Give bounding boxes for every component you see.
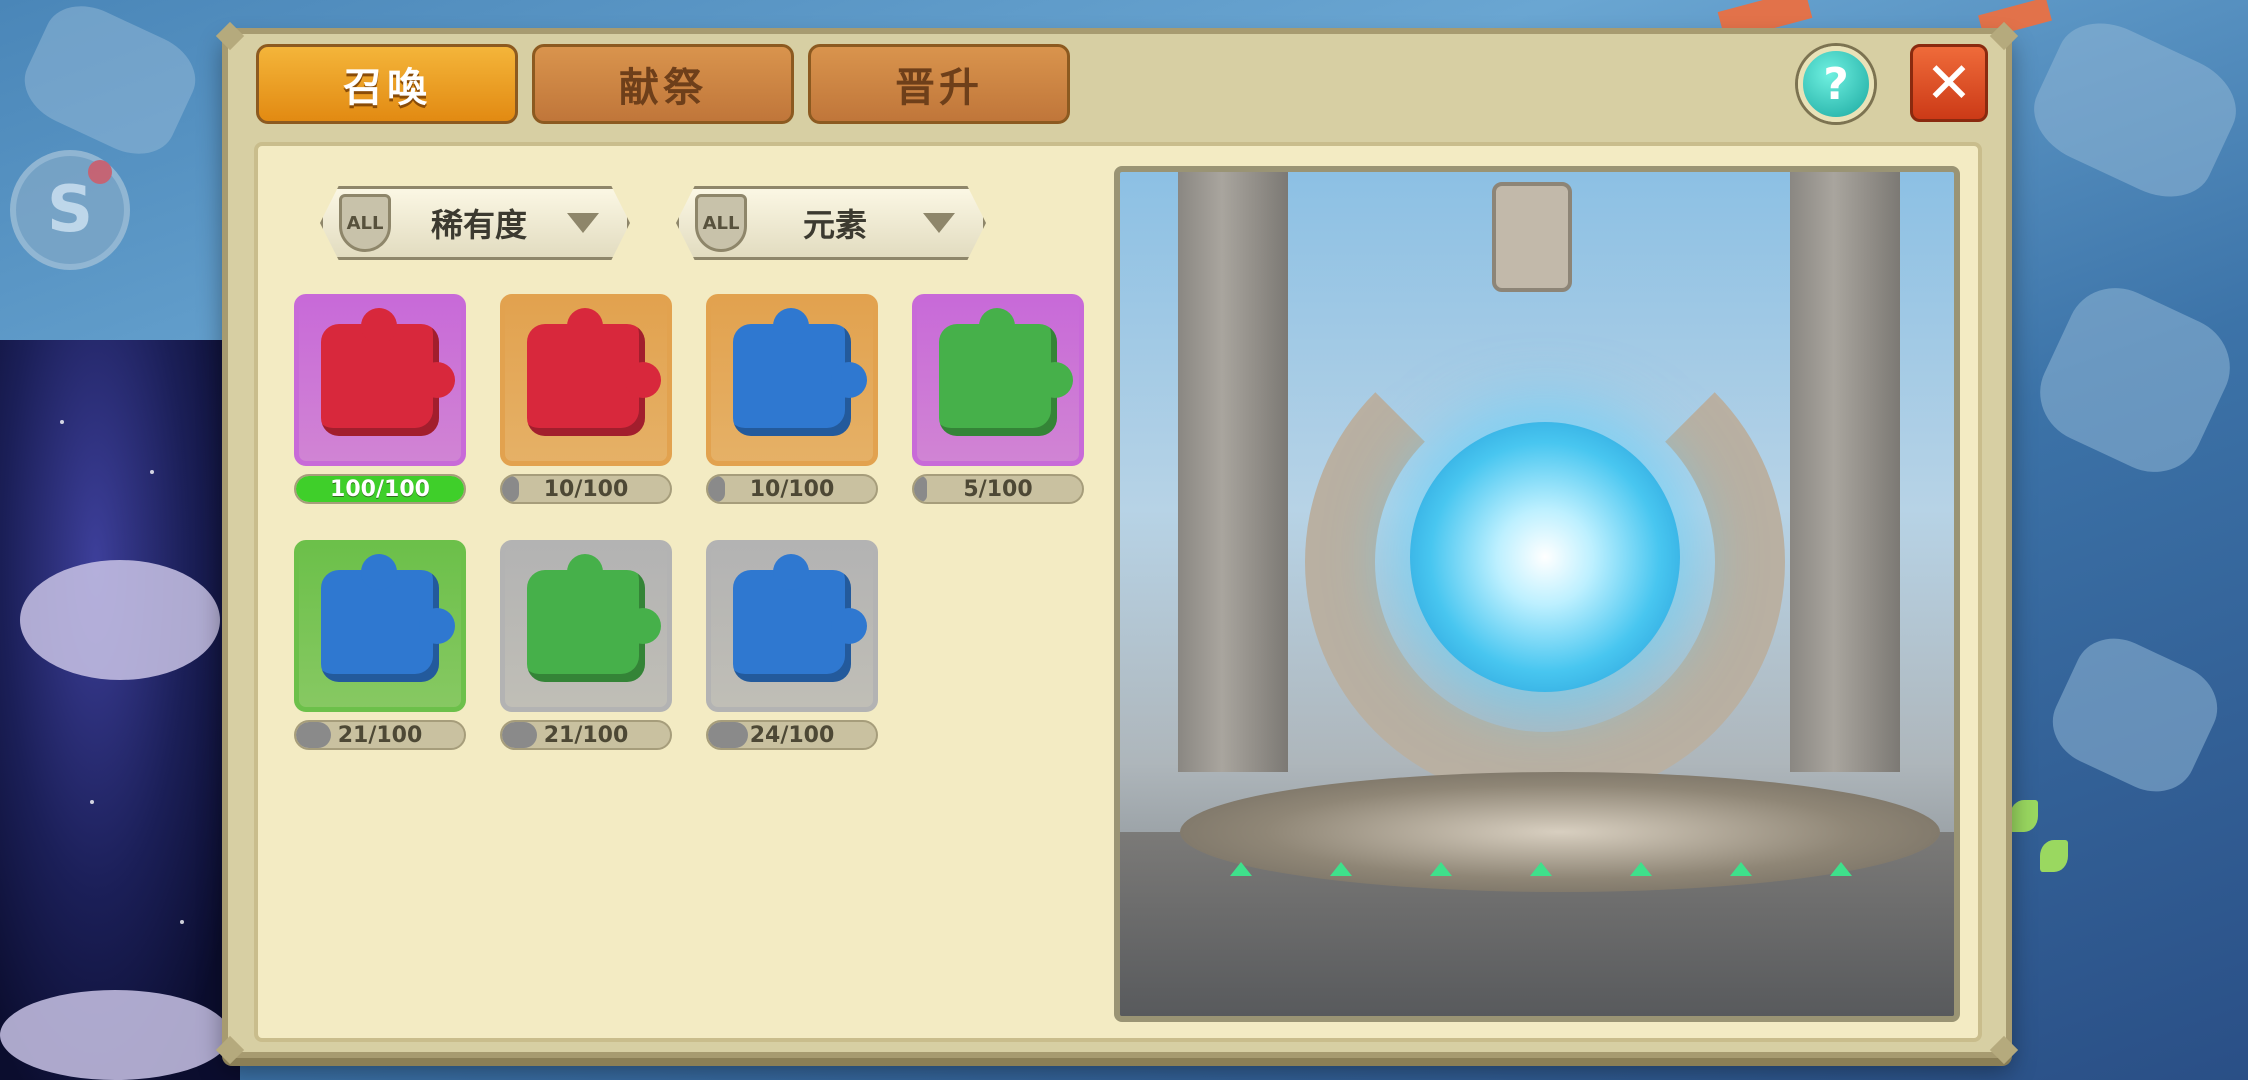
cloud: [0, 990, 230, 1080]
shard-progress-bar: 100/100: [294, 474, 466, 504]
leaf: [2010, 800, 2038, 832]
progress-text: 24/100: [749, 722, 835, 748]
star: [60, 420, 64, 424]
all-badge-icon: ALL: [695, 194, 747, 252]
shard-progress-bar: 5/100: [912, 474, 1084, 504]
close-button[interactable]: ✕: [1910, 44, 1988, 122]
shard-card[interactable]: 5/100: [912, 294, 1084, 504]
shard-card[interactable]: 24/100: [706, 540, 878, 750]
shard-progress-bar: 21/100: [294, 720, 466, 750]
card-frame: [294, 540, 466, 712]
background-rock: [2019, 6, 2248, 214]
background-rock: [2024, 271, 2246, 489]
puzzle-piece-icon: [321, 308, 455, 436]
puzzle-piece-icon: [527, 308, 661, 436]
shard-progress-bar: 24/100: [706, 720, 878, 750]
shard-card[interactable]: 10/100: [706, 294, 878, 504]
shard-card[interactable]: 21/100: [294, 540, 466, 750]
chevron-down-icon: [923, 213, 955, 233]
card-frame: [500, 294, 672, 466]
question-icon: ?: [1823, 58, 1849, 110]
stone-pillar: [1790, 172, 1900, 772]
rarity-filter-dropdown[interactable]: ALL 稀有度: [320, 186, 630, 260]
shard-progress-bar: 10/100: [706, 474, 878, 504]
summon-panel: 召喚 献祭 晋升 ? ✕ ALL 稀有度 ALL 元素 100/100 10/10…: [215, 21, 2019, 1065]
summon-preview-scene: [1114, 166, 1960, 1022]
shard-card[interactable]: 21/100: [500, 540, 672, 750]
shard-card[interactable]: 10/100: [500, 294, 672, 504]
shard-card[interactable]: 100/100: [294, 294, 466, 504]
progress-text: 10/100: [749, 476, 835, 502]
card-frame: [500, 540, 672, 712]
side-menu-button[interactable]: S: [10, 150, 130, 270]
leaf: [2040, 840, 2068, 872]
chevron-down-icon: [567, 213, 599, 233]
progress-text: 5/100: [963, 476, 1033, 502]
filter-label: 稀有度: [430, 206, 527, 244]
stone-fragment: [1492, 182, 1572, 292]
cloud: [20, 560, 220, 680]
notification-dot: [88, 160, 112, 184]
card-frame: [912, 294, 1084, 466]
progress-text: 21/100: [337, 722, 423, 748]
card-frame: [706, 540, 878, 712]
card-frame: [294, 294, 466, 466]
element-filter-dropdown[interactable]: ALL 元素: [676, 186, 986, 260]
progress-text: 21/100: [543, 722, 629, 748]
progress-text: 100/100: [330, 476, 430, 502]
filter-label: 元素: [802, 206, 867, 244]
content-area: ALL 稀有度 ALL 元素 100/100 10/100 10/100 5/100 2…: [254, 142, 1982, 1042]
puzzle-piece-icon: [733, 554, 867, 682]
close-icon: ✕: [1925, 50, 1973, 116]
stone-pillar: [1178, 172, 1288, 772]
background-rock: [2039, 624, 2231, 806]
shard-progress-bar: 21/100: [500, 720, 672, 750]
puzzle-piece-icon: [733, 308, 867, 436]
card-frame: [706, 294, 878, 466]
shard-progress-bar: 10/100: [500, 474, 672, 504]
puzzle-piece-icon: [939, 308, 1073, 436]
tab-summon[interactable]: 召喚: [256, 44, 518, 124]
star: [150, 470, 154, 474]
help-button[interactable]: ?: [1798, 46, 1874, 122]
star: [180, 920, 184, 924]
tab-promote[interactable]: 晋升: [808, 44, 1070, 124]
galaxy-backdrop: [0, 340, 240, 1080]
background-rock: [12, 0, 208, 169]
star: [90, 800, 94, 804]
progress-text: 10/100: [543, 476, 629, 502]
puzzle-piece-icon: [321, 554, 455, 682]
summon-portal[interactable]: [1410, 422, 1680, 692]
altar-platform: [1180, 772, 1940, 892]
all-badge-icon: ALL: [339, 194, 391, 252]
tab-sacrifice[interactable]: 献祭: [532, 44, 794, 124]
puzzle-piece-icon: [527, 554, 661, 682]
